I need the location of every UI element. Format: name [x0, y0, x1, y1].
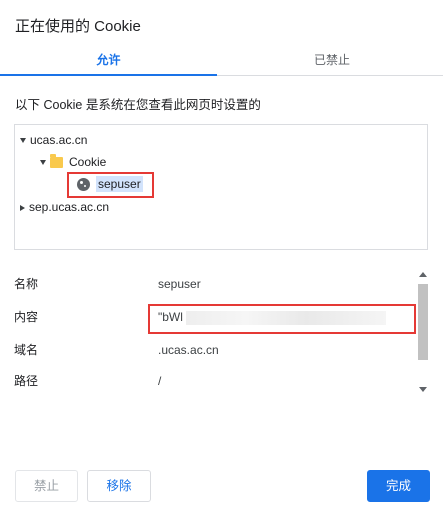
cookies-description: 以下 Cookie 是系统在您查看此网页时设置的 [15, 98, 261, 112]
tab-bar: 允许 已禁止 [0, 46, 443, 76]
tree-node-sep-ucas[interactable]: sep.ucas.ac.cn [20, 197, 109, 217]
tree-node-label: Cookie [69, 155, 107, 169]
cookies-dialog: 正在使用的 Cookie 允许 已禁止 以下 Cookie 是系统在您查看此网页… [0, 0, 443, 515]
detail-label: 域名 [14, 343, 39, 357]
tab-blocked[interactable]: 已禁止 [221, 46, 443, 75]
tree-node-sepuser[interactable]: sepuser [77, 174, 143, 194]
tree-node-cookie-folder[interactable]: Cookie [40, 152, 106, 172]
detail-value: sepuser [158, 277, 201, 291]
redacted-content [185, 310, 386, 325]
detail-row-path: 路径 / [14, 371, 414, 391]
tree-node-label: ucas.ac.cn [30, 133, 88, 147]
expand-arrow-icon[interactable] [40, 160, 46, 166]
tree-node-label: sep.ucas.ac.cn [29, 200, 110, 214]
detail-label: 路径 [14, 374, 39, 388]
scroll-up-arrow-icon[interactable] [419, 272, 427, 277]
expand-arrow-icon[interactable] [20, 138, 26, 144]
tree-node-ucas[interactable]: ucas.ac.cn [20, 130, 87, 150]
detail-label: 名称 [14, 277, 39, 291]
detail-row-domain: 域名 .ucas.ac.cn [14, 340, 414, 360]
tab-allowed[interactable]: 允许 [0, 46, 217, 76]
cookie-details: 名称 sepuser 内容 "bWl 域名 .ucas.ac.cn 路径 / [14, 266, 432, 398]
detail-value: .ucas.ac.cn [158, 343, 219, 357]
done-button[interactable]: 完成 [367, 470, 430, 502]
remove-button[interactable]: 移除 [87, 470, 151, 502]
detail-label: 内容 [14, 310, 39, 324]
dialog-title: 正在使用的 Cookie [15, 18, 141, 35]
folder-icon [50, 154, 63, 169]
details-scrollbar[interactable] [416, 266, 430, 398]
cookie-tree: ucas.ac.cn Cookie sepuser sep.ucas.ac.cn [14, 124, 428, 250]
detail-row-name: 名称 sepuser [14, 274, 414, 294]
block-button[interactable]: 禁止 [15, 470, 78, 502]
detail-value: / [158, 374, 162, 388]
collapse-arrow-icon[interactable] [20, 204, 25, 211]
content-text: "bWl [158, 310, 183, 324]
detail-value-content[interactable]: "bWl [158, 307, 386, 327]
cookie-icon [77, 178, 90, 192]
scroll-down-arrow-icon[interactable] [419, 387, 427, 392]
tree-node-label: sepuser [96, 176, 143, 192]
detail-row-content: 内容 "bWl [14, 307, 414, 327]
scroll-thumb[interactable] [418, 284, 428, 360]
